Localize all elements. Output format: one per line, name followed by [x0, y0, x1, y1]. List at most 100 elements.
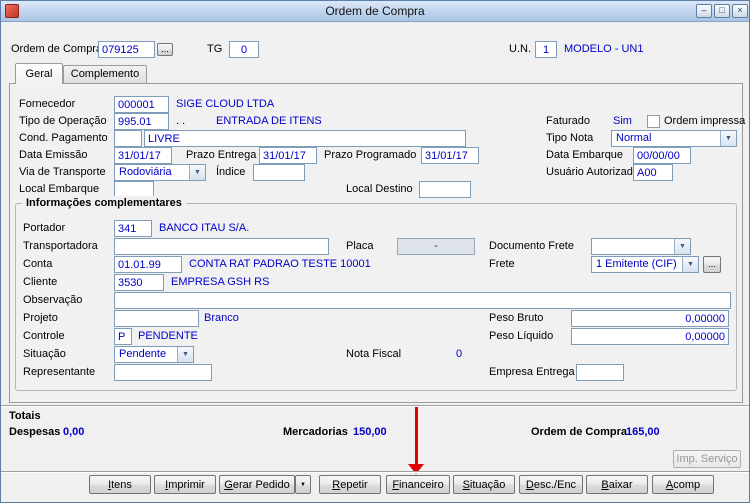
ordem-compra-total-label: Ordem de Compra [531, 426, 627, 438]
chevron-down-icon: ▼ [674, 239, 690, 254]
situacao-select[interactable]: Pendente ▼ [114, 346, 194, 363]
tipo-operacao-name-text: ENTRADA DE ITENS [216, 115, 322, 127]
fornecedor-code-input[interactable] [114, 96, 169, 113]
frete-lookup-button[interactable]: ... [703, 256, 721, 273]
button-baixar[interactable]: Baixar [586, 475, 648, 494]
informacoes-complementares-title: Informações complementares [22, 196, 186, 210]
empresa-entrega-input[interactable] [576, 364, 624, 381]
chevron-down-icon: ▼ [189, 165, 205, 180]
ordem-impressa-label: Ordem impressa [664, 115, 746, 127]
order-number-input[interactable] [98, 41, 155, 58]
representante-input[interactable] [114, 364, 212, 381]
order-lookup-button[interactable]: ... [157, 43, 173, 56]
tipo-operacao-code-input[interactable] [114, 113, 169, 130]
chevron-down-icon: ▼ [300, 481, 306, 488]
via-transporte-select[interactable]: Rodoviária ▼ [114, 164, 206, 181]
button-situacao[interactable]: Situação [453, 475, 515, 494]
prazo-programado-input[interactable] [421, 147, 479, 164]
peso-bruto-label: Peso Bruto [489, 312, 544, 324]
close-button[interactable]: × [732, 4, 748, 18]
tg-input[interactable] [229, 41, 259, 58]
window-title: Ordem de Compra [325, 4, 425, 18]
cond-pagamento-code-input[interactable] [114, 130, 142, 147]
peso-bruto-input[interactable] [571, 310, 729, 327]
cliente-name-text: EMPRESA GSH RS [171, 276, 270, 288]
tab-complemento[interactable]: Complemento [63, 65, 147, 83]
ordem-impressa-checkbox[interactable] [647, 115, 660, 128]
usuario-autorizado-input[interactable] [633, 164, 673, 181]
chevron-down-icon: ▼ [177, 347, 193, 362]
tipo-nota-label: Tipo Nota [546, 132, 594, 144]
footer-separator [1, 471, 749, 473]
faturado-value-text: Sim [613, 115, 632, 127]
button-acomp[interactable]: Acomp [652, 475, 714, 494]
chevron-down-icon: ▼ [720, 131, 736, 146]
nota-fiscal-value-text: 0 [456, 348, 463, 360]
peso-liquido-label: Peso Líquido [489, 330, 554, 342]
data-emissao-input[interactable] [114, 147, 172, 164]
local-destino-label: Local Destino [346, 183, 413, 195]
cliente-label: Cliente [23, 276, 58, 288]
projeto-label: Projeto [23, 312, 58, 324]
indice-label: Índice [216, 166, 246, 178]
button-imprimir[interactable]: Imprimir [154, 475, 216, 494]
cliente-code-input[interactable] [114, 274, 164, 291]
observacao-label: Observação [23, 294, 83, 306]
button-itens[interactable]: Itens [89, 475, 151, 494]
representante-label: Representante [23, 366, 96, 378]
conta-name-text: CONTA RAT PADRAO TESTE 10001 [189, 258, 371, 270]
totals-separator [1, 405, 749, 407]
mercadorias-label: Mercadorias [283, 426, 348, 438]
maximize-button[interactable]: □ [714, 4, 730, 18]
local-destino-input[interactable] [419, 181, 471, 198]
tipo-nota-select[interactable]: Normal ▼ [611, 130, 737, 147]
situacao-label: Situação [23, 348, 66, 360]
mercadorias-value: 150,00 [353, 426, 387, 438]
un-input[interactable] [535, 41, 557, 58]
controle-name-text: PENDENTE [138, 330, 198, 342]
button-financeiro[interactable]: Financeiro [386, 475, 450, 494]
imp-servico-button[interactable]: Imp. Serviço [673, 450, 741, 468]
portador-code-input[interactable] [114, 220, 152, 237]
usuario-autorizado-label: Usuário Autorizado [546, 166, 639, 178]
order-number-label: Ordem de Compra [11, 43, 103, 55]
fornecedor-name-text: SIGE CLOUD LTDA [176, 98, 275, 110]
prazo-entrega-label: Prazo Entrega [186, 149, 257, 161]
prazo-entrega-input[interactable] [259, 147, 317, 164]
chevron-down-icon: ▼ [682, 257, 698, 272]
button-desc-enc[interactable]: Desc./Enc [519, 475, 583, 494]
tg-label: TG [207, 43, 223, 55]
button-gerar-pedido[interactable]: Gerar Pedido [219, 475, 295, 494]
via-transporte-label: Via de Transporte [19, 166, 106, 178]
prazo-programado-label: Prazo Programado [324, 149, 417, 161]
data-emissao-label: Data Emissão [19, 149, 88, 161]
gerar-pedido-dropdown-button[interactable]: ▼ [295, 475, 311, 494]
placa-field: - [397, 238, 475, 255]
projeto-input[interactable] [114, 310, 199, 327]
conta-label: Conta [23, 258, 53, 270]
indice-input[interactable] [253, 164, 305, 181]
titlebar: Ordem de Compra – □ × [1, 1, 749, 22]
controle-code-input[interactable] [114, 328, 132, 345]
minimize-button[interactable]: – [696, 4, 712, 18]
frete-select[interactable]: 1 Emitente (CIF) ▼ [591, 256, 699, 273]
ordem-compra-total-value: 165,00 [626, 426, 660, 438]
peso-liquido-input[interactable] [571, 328, 729, 345]
portador-label: Portador [23, 222, 66, 234]
conta-code-input[interactable] [114, 256, 182, 273]
cond-pagamento-desc-input[interactable] [144, 130, 466, 147]
faturado-label: Faturado [546, 115, 591, 127]
placa-label: Placa [346, 240, 374, 252]
projeto-name-text: Branco [204, 312, 239, 324]
despesas-label: Despesas [9, 426, 61, 438]
frete-label: Frete [489, 258, 515, 270]
fornecedor-label: Fornecedor [19, 98, 76, 110]
documento-frete-select[interactable]: ▼ [591, 238, 691, 255]
tab-geral[interactable]: Geral [15, 63, 63, 84]
tipo-operacao-subcode-text: . . [176, 115, 186, 127]
transportadora-label: Transportadora [23, 240, 98, 252]
transportadora-input[interactable] [114, 238, 329, 255]
button-repetir[interactable]: Repetir [319, 475, 381, 494]
observacao-input[interactable] [114, 292, 731, 309]
data-embarque-input[interactable] [633, 147, 691, 164]
